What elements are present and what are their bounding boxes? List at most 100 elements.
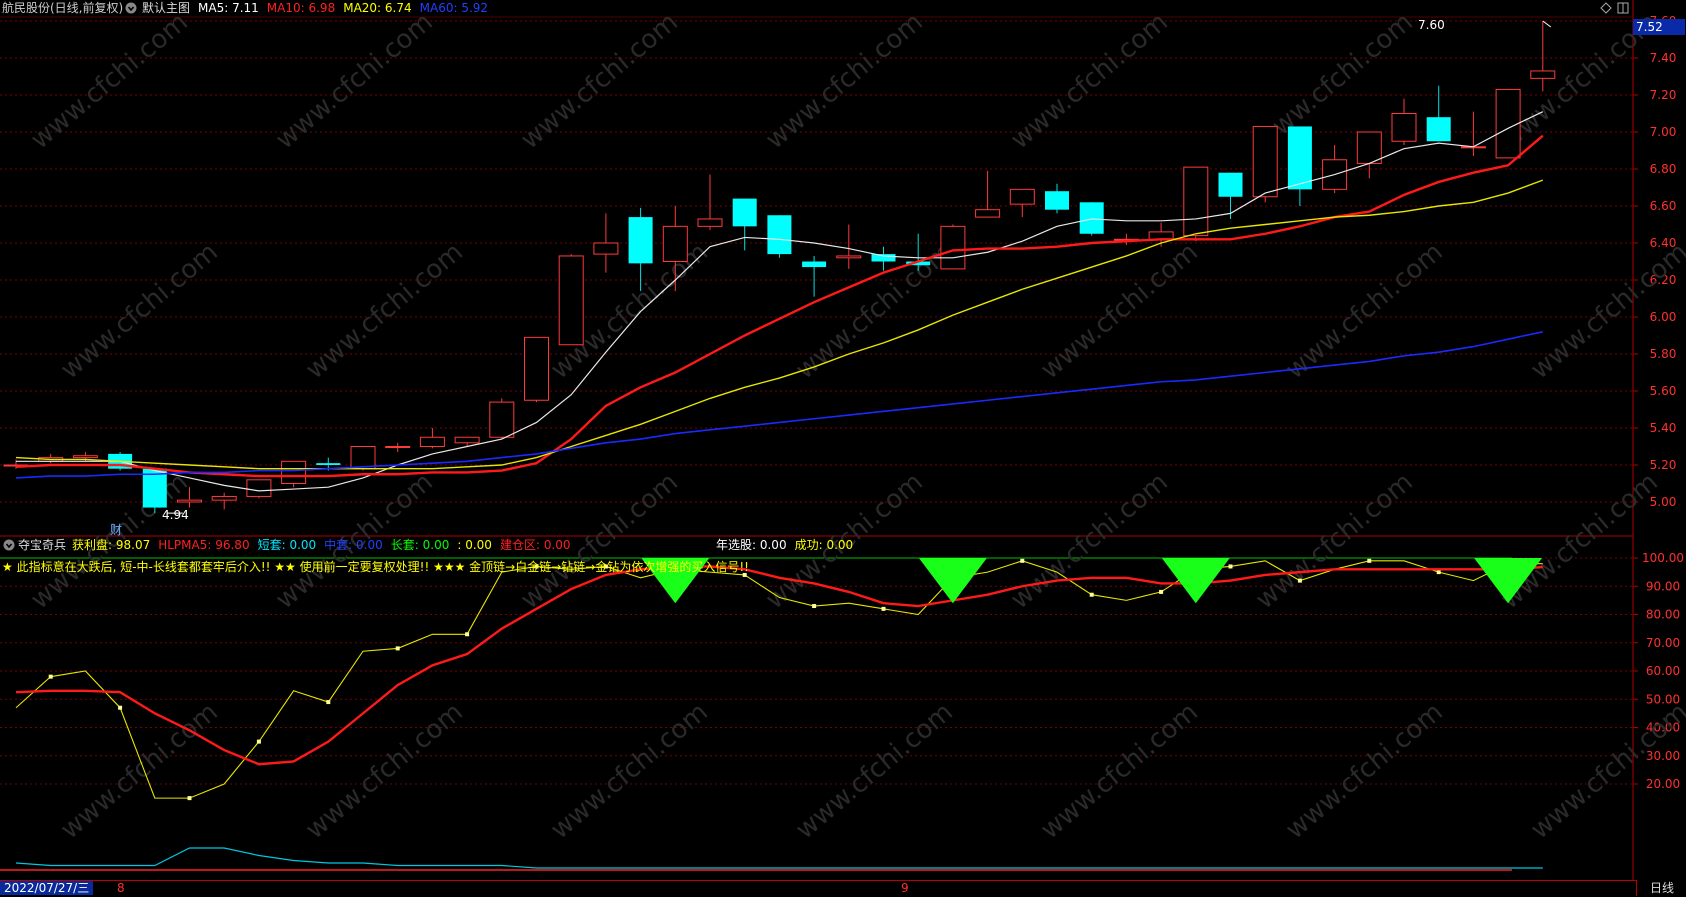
watermark-text: www.cfchi.com	[760, 7, 929, 155]
indicator-point	[1020, 558, 1025, 563]
candle-body	[593, 242, 619, 255]
candle-body	[419, 436, 445, 447]
candle-body	[211, 495, 237, 501]
candle-body	[246, 479, 272, 497]
watermark-text: www.cfchi.com	[300, 697, 469, 845]
candle-body	[1252, 125, 1278, 198]
indicator-point	[326, 700, 331, 705]
circle-arrow-icon[interactable]	[3, 539, 15, 551]
candle-body	[1183, 166, 1209, 237]
candle-body	[940, 225, 966, 270]
indicator-field-label: HLPMA5:	[158, 538, 212, 552]
candle-body	[454, 436, 480, 444]
stock-title: 航民股份(日线,前复权)	[2, 1, 124, 15]
price-tick-label: 7.20	[1650, 88, 1677, 102]
indicator-point	[187, 796, 192, 801]
indicator-field-value: 0.00	[352, 538, 383, 552]
candle-body	[1009, 188, 1035, 205]
ma-legend: MA5: 7.11 MA10: 6.98 MA20: 6.74 MA60: 5.92	[198, 1, 496, 15]
indicator-point	[1297, 578, 1302, 583]
candle-body	[662, 225, 688, 263]
price-tick-label: 6.80	[1650, 162, 1677, 176]
indicator-line	[15, 847, 1543, 869]
candle-body	[281, 460, 307, 484]
candle-body	[1045, 191, 1069, 210]
watermark-text: www.cfchi.com	[55, 237, 224, 385]
indicator-field-label: 获利盘:	[72, 538, 113, 552]
low-price-marker: 4.94	[162, 508, 189, 522]
price-tick-label: 5.60	[1650, 384, 1677, 398]
template-label[interactable]: 默认主图	[142, 1, 190, 15]
ma-label: MA60:	[419, 1, 458, 15]
candle-body	[524, 336, 549, 401]
watermark-text: www.cfchi.com	[545, 697, 714, 845]
ma-value: 5.92	[457, 1, 489, 15]
indicator-point	[812, 604, 817, 609]
watermark-text: www.cfchi.com	[1525, 697, 1686, 845]
watermark-text: www.cfchi.com	[300, 237, 469, 385]
month-mark-sep: 9	[901, 881, 909, 895]
high-marker-pointer	[1542, 20, 1552, 28]
indicator-tick-label: 80.00	[1646, 608, 1680, 622]
price-tick-label: 7.00	[1650, 125, 1677, 139]
indicator-field-value: 0.00	[461, 538, 492, 552]
financial-badge[interactable]: 财	[110, 523, 122, 537]
candle-body	[558, 255, 584, 346]
indicator-name[interactable]: 夺宝奇兵	[18, 538, 66, 552]
indicator-tick-label: 90.00	[1646, 579, 1680, 593]
candle-body	[177, 499, 202, 503]
window-icon[interactable]	[1617, 2, 1629, 14]
indicator-field-label: 长套:	[390, 538, 419, 552]
price-tick-label: 6.60	[1650, 199, 1677, 213]
indicator-point	[1159, 589, 1164, 594]
candle-body	[732, 198, 757, 227]
candle-body	[1391, 113, 1417, 142]
candle-body	[1287, 126, 1312, 190]
watermark-text: www.cfchi.com	[25, 7, 194, 155]
candle-body	[316, 463, 341, 465]
watermark-text: www.cfchi.com	[790, 697, 959, 845]
candle-body	[802, 261, 827, 268]
indicator-field-value: 0.00	[285, 538, 317, 552]
candle-body	[871, 254, 896, 262]
watermark-text: www.cfchi.com	[270, 7, 439, 155]
diamond-icon[interactable]	[1600, 2, 1612, 14]
cursor-date: 2022/07/27/三	[0, 881, 94, 895]
watermark-text: www.cfchi.com	[515, 7, 684, 155]
candle-body	[1356, 131, 1382, 164]
chart-canvas[interactable]: 7.607.407.207.006.806.606.406.206.005.80…	[0, 0, 1686, 896]
indicator-tick-label: 100.00	[1642, 551, 1684, 565]
indicator-field-label: 短套:	[257, 538, 286, 552]
price-tick-label: 7.40	[1650, 51, 1677, 65]
indicator-field-value: 98.07	[112, 538, 151, 552]
indicator-tick-label: 70.00	[1646, 636, 1680, 650]
indicator-extra-label: 年选股:	[716, 538, 757, 552]
candle-body	[489, 401, 515, 438]
indicator-point	[1367, 558, 1372, 563]
ma-label: MA20:	[343, 1, 382, 15]
candle-body	[697, 218, 723, 227]
high-price-marker: 7.60	[1418, 18, 1445, 32]
ma-value: 7.11	[228, 1, 259, 15]
watermark-text: www.cfchi.com	[1280, 237, 1449, 385]
indicator-notice: ★ 此指标意在大跌后, 短-中-长线套都套牢后介入!! ★★ 使用前一定要复权处…	[2, 560, 749, 574]
candle-body	[628, 217, 653, 264]
circle-arrow-icon[interactable]	[125, 2, 137, 14]
period-selector[interactable]: 日线	[1636, 880, 1686, 896]
indicator-extra-value: 0.00	[822, 538, 854, 552]
indicator-point	[118, 705, 123, 710]
ma-line-ma10	[15, 134, 1544, 478]
ma-label: MA10:	[266, 1, 305, 15]
stock-chart-window: 7.607.407.207.006.806.606.406.206.005.80…	[0, 0, 1686, 897]
indicator-extra-label: 成功:	[794, 538, 823, 552]
indicator-point	[256, 739, 261, 744]
ma-label: MA5:	[198, 1, 229, 15]
indicator-tick-label: 20.00	[1646, 777, 1680, 791]
candle-body	[1530, 70, 1556, 79]
watermark-text: www.cfchi.com	[1495, 467, 1664, 615]
candle-body	[1079, 202, 1104, 234]
indicator-point	[1436, 570, 1441, 575]
watermark-text: www.cfchi.com	[1035, 697, 1204, 845]
candle-body	[975, 209, 1001, 218]
last-price-tag: 7.52	[1633, 19, 1685, 35]
